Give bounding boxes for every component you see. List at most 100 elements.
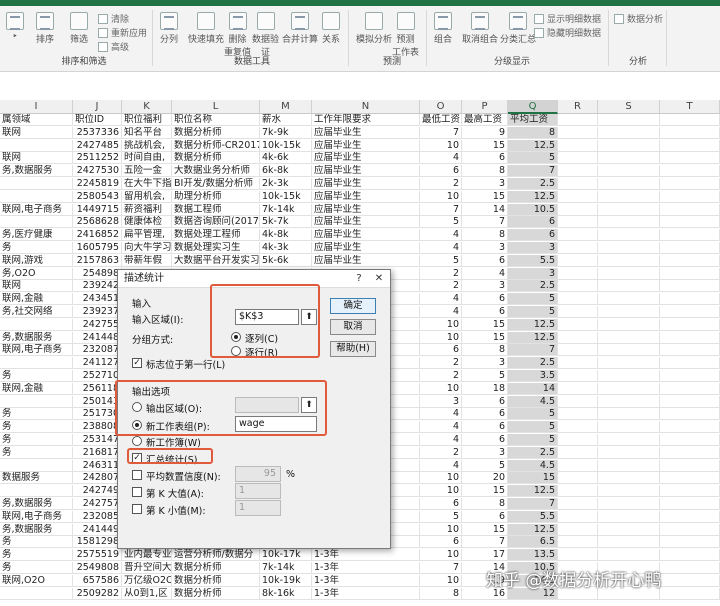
table-cell[interactable]: 时间自由, [122,152,172,165]
table-cell[interactable]: 2157863 [73,254,122,267]
table-cell[interactable]: 4k-3k [260,242,312,254]
table-cell[interactable]: 7k-14k [260,203,312,216]
table-cell[interactable]: 5.5 [508,510,558,523]
table-cell[interactable]: 数据服务 [0,472,73,485]
table-cell[interactable]: 242755 [73,318,122,331]
empty-cell[interactable] [660,562,720,574]
table-cell[interactable]: 4.5 [508,395,558,408]
empty-cell[interactable] [558,421,598,434]
empty-cell[interactable] [598,344,660,357]
table-cell[interactable]: 232085 [73,510,122,523]
table-cell[interactable]: 大数据平台开发实习 [172,254,260,267]
table-cell[interactable]: 务 [0,434,73,446]
table-cell[interactable]: 6 [420,344,462,357]
empty-cell[interactable] [660,178,720,190]
table-cell[interactable]: 8k-16k [260,587,312,600]
table-cell[interactable]: 6 [462,254,508,267]
kth-smallest-field[interactable]: 1 [235,500,281,516]
show-detail-button[interactable]: 显示明细数据 [534,12,601,25]
table-cell[interactable]: 数据分析师-CR2017 [172,139,260,152]
empty-cell[interactable] [558,254,598,267]
table-cell[interactable]: 241127 [73,357,122,370]
what-if-analysis-button[interactable]: 模拟分析 [356,12,392,45]
header-cell[interactable]: 职位名称 [172,114,260,126]
column-header-m[interactable]: M [260,100,312,114]
table-cell[interactable] [0,216,73,229]
table-cell[interactable]: 2 [420,267,462,280]
table-cell[interactable]: 5 [508,421,558,434]
table-cell[interactable]: 联网,电子商务 [0,203,73,216]
table-cell[interactable]: 10 [420,318,462,331]
table-cell[interactable]: 挑战机会, [122,139,172,152]
empty-cell[interactable] [558,165,598,178]
empty-cell[interactable] [660,139,720,152]
table-cell[interactable]: 7 [462,216,508,229]
table-cell[interactable]: 2 [420,178,462,190]
table-cell[interactable]: 10 [420,331,462,344]
table-cell[interactable]: 2.5 [508,357,558,370]
empty-cell[interactable] [660,536,720,549]
table-cell[interactable]: 数据分析师 [172,587,260,600]
table-cell[interactable] [0,178,73,190]
table-cell[interactable]: 联网 [0,280,73,293]
empty-cell[interactable] [558,203,598,216]
table-cell[interactable]: 12.5 [508,139,558,152]
empty-cell[interactable] [558,178,598,190]
header-cell[interactable]: 薪水 [260,114,312,126]
empty-cell[interactable] [598,242,660,254]
empty-cell[interactable] [660,293,720,306]
table-cell[interactable]: 10 [420,190,462,203]
group-button[interactable]: 组合 [434,12,452,45]
table-cell[interactable]: 2549808 [73,562,122,574]
table-cell[interactable]: 242807 [73,472,122,485]
header-cell[interactable]: 职位福利 [122,114,172,126]
table-cell[interactable]: 晋升空间大 [122,562,172,574]
table-cell[interactable]: 2 [420,280,462,293]
table-cell[interactable]: 务,社交网络 [0,306,73,318]
table-cell[interactable]: 1-3年 [312,562,420,574]
table-cell[interactable]: 17 [462,549,508,562]
table-cell[interactable]: 联网 [0,126,73,139]
table-cell[interactable]: 7k-9k [260,126,312,139]
table-cell[interactable]: 5 [508,152,558,165]
table-cell[interactable]: 4 [420,459,462,472]
empty-cell[interactable] [558,485,598,498]
column-header-q[interactable]: Q [508,100,558,114]
empty-cell[interactable] [598,523,660,536]
table-cell[interactable]: 7 [420,203,462,216]
table-cell[interactable]: 241448 [73,331,122,344]
empty-cell[interactable] [558,306,598,318]
table-cell[interactable]: 1605795 [73,242,122,254]
table-cell[interactable]: 数据处理实习生 [172,242,260,254]
empty-cell[interactable] [558,472,598,485]
table-cell[interactable]: 应届毕业生 [312,216,420,229]
empty-cell[interactable] [598,434,660,446]
table-cell[interactable]: 2427485 [73,139,122,152]
table-cell[interactable]: 6 [420,165,462,178]
empty-cell[interactable] [660,446,720,459]
table-cell[interactable]: 务,医疗健康 [0,229,73,242]
column-header-l[interactable]: L [172,100,260,114]
empty-cell[interactable] [660,498,720,510]
table-cell[interactable]: 4 [420,408,462,421]
empty-cell[interactable] [558,229,598,242]
table-cell[interactable]: 12.5 [508,331,558,344]
flash-fill-button[interactable]: 快速填充 [188,12,224,45]
table-cell[interactable]: 6 [508,216,558,229]
table-cell[interactable]: 向大牛学习 [122,242,172,254]
table-cell[interactable]: 7k-14k [260,562,312,574]
table-cell[interactable]: 联网,游戏 [0,254,73,267]
table-cell[interactable]: 6 [462,395,508,408]
table-cell[interactable]: 4k-8k [260,229,312,242]
empty-cell[interactable] [598,357,660,370]
table-cell[interactable]: 2416852 [73,229,122,242]
table-cell[interactable]: 2 [420,370,462,382]
table-cell[interactable]: 6 [462,434,508,446]
empty-cell[interactable] [558,434,598,446]
table-cell[interactable]: 万亿级O2O [122,574,172,587]
table-cell[interactable]: 14 [462,203,508,216]
table-cell[interactable] [0,190,73,203]
empty-cell[interactable] [558,395,598,408]
table-cell[interactable]: 8 [462,229,508,242]
table-cell[interactable]: 薪资福利 [122,203,172,216]
